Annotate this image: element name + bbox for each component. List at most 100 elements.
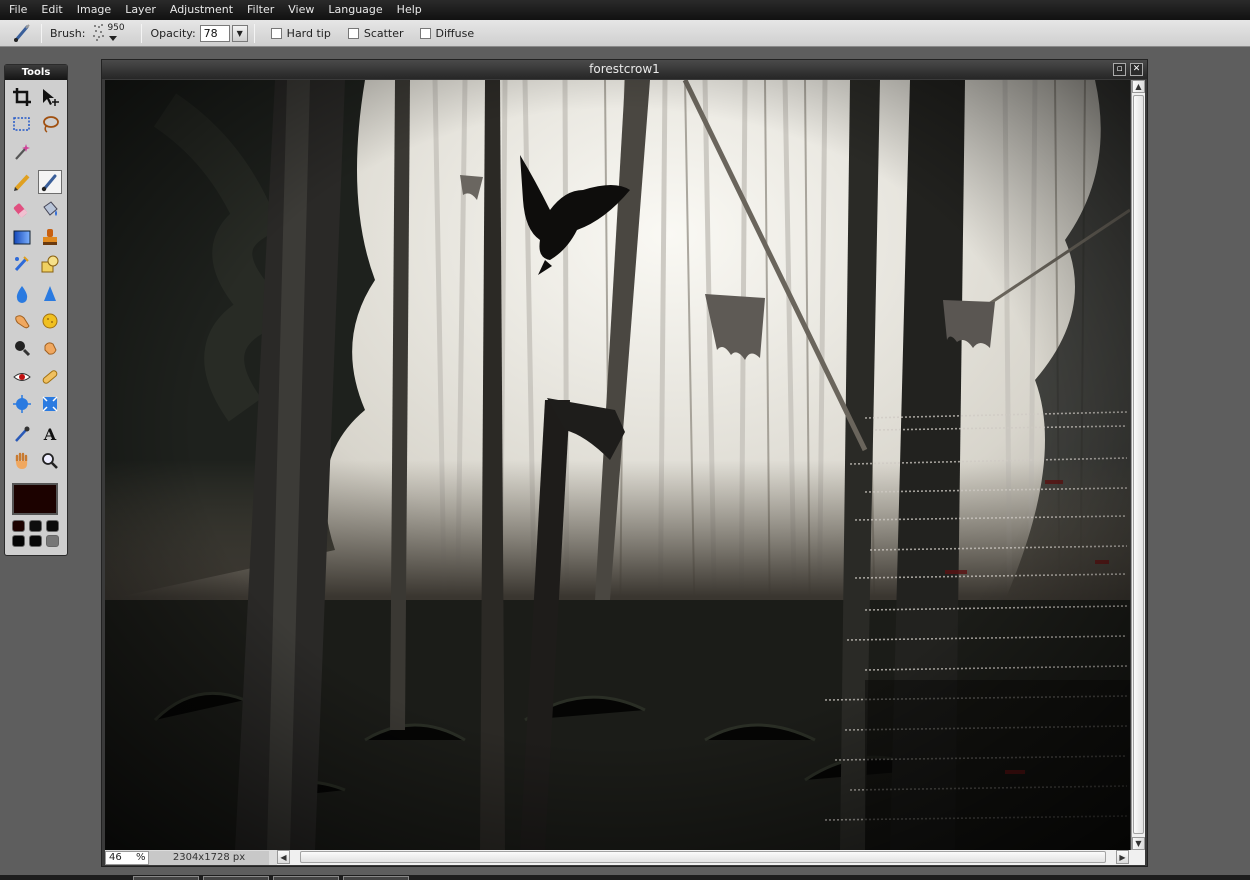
checkbox-box[interactable] (419, 27, 431, 39)
opacity-label: Opacity: (150, 26, 196, 40)
bottom-panel-tab[interactable] (343, 876, 409, 880)
color-swatch[interactable] (12, 520, 25, 532)
image-canvas[interactable] (105, 80, 1130, 850)
eraser-icon (13, 203, 28, 218)
finger-icon (15, 315, 30, 329)
maximize-button[interactable]: ▫ (1113, 63, 1126, 76)
gradient-tool[interactable] (10, 225, 34, 249)
magic-wand-tool[interactable] (10, 140, 34, 164)
hand-icon (15, 452, 28, 469)
menu-layer[interactable]: Layer (118, 0, 163, 20)
menu-language[interactable]: Language (321, 0, 389, 20)
zoom-unit: % (136, 851, 146, 863)
horizontal-scrollbar[interactable]: ◀ ▶ (277, 850, 1145, 865)
burn-tool[interactable] (38, 336, 62, 360)
checkbox-box[interactable] (270, 27, 282, 39)
pinch-tool[interactable] (38, 392, 62, 416)
diffuse-label: Diffuse (435, 26, 475, 40)
marquee-tool[interactable] (10, 112, 34, 136)
menu-adjustment[interactable]: Adjustment (163, 0, 240, 20)
bloat-tool[interactable] (10, 392, 34, 416)
scroll-right-arrow-icon[interactable]: ▶ (1116, 850, 1129, 864)
foreground-color-swatch[interactable] (12, 483, 58, 515)
color-swatch[interactable] (46, 535, 59, 547)
opacity-input[interactable]: 78 (199, 24, 230, 42)
bandage-icon (42, 370, 58, 384)
color-swatch[interactable] (29, 535, 42, 547)
color-swatch[interactable] (29, 520, 42, 532)
bottom-panel-tab[interactable] (133, 876, 199, 880)
type-tool[interactable]: A (38, 422, 62, 446)
color-replace-icon (14, 256, 29, 272)
zoom-tool[interactable] (38, 449, 62, 473)
menu-filter[interactable]: Filter (240, 0, 281, 20)
menu-bar: File Edit Image Layer Adjustment Filter … (0, 0, 1250, 20)
scroll-left-arrow-icon[interactable]: ◀ (277, 850, 290, 864)
close-button[interactable]: ✕ (1130, 63, 1143, 76)
image-dimensions: 2304x1728 px (149, 850, 269, 865)
menu-image[interactable]: Image (70, 0, 118, 20)
scroll-up-arrow-icon[interactable]: ▲ (1132, 80, 1145, 93)
paint-bucket-tool[interactable] (38, 197, 62, 221)
brush-picker[interactable]: 950 (89, 22, 135, 44)
sharpen-tool[interactable] (38, 282, 62, 306)
zoom-icon (42, 453, 58, 469)
color-swatch[interactable] (46, 520, 59, 532)
crop-tool[interactable] (10, 85, 34, 109)
document-title: forestcrow1 (102, 60, 1147, 79)
gradient-icon (13, 230, 31, 245)
magnifier-dark-icon (15, 341, 31, 357)
dodge-tool[interactable] (10, 336, 34, 360)
marquee-icon (13, 117, 30, 131)
bottom-panel-tab[interactable] (273, 876, 339, 880)
document-status-bar: 46 % 2304x1728 px ◀ ▶ (105, 850, 1145, 865)
hard-tip-checkbox[interactable]: Hard tip (270, 26, 331, 40)
tool-options-bar: Brush: 950 Opacity: 78 ▼ Hard tip Scatte… (0, 20, 1250, 47)
current-brush-tool-icon (9, 22, 35, 44)
menu-file[interactable]: File (2, 0, 34, 20)
eraser-tool[interactable] (10, 197, 34, 221)
diffuse-checkbox[interactable]: Diffuse (419, 26, 475, 40)
move-tool[interactable] (38, 85, 62, 109)
lasso-icon (43, 116, 59, 133)
spot-heal-tool[interactable] (38, 365, 62, 389)
smudge-tool[interactable] (10, 309, 34, 333)
menu-help[interactable]: Help (390, 0, 429, 20)
red-eye-tool[interactable] (10, 365, 34, 389)
eyedropper-icon (15, 426, 30, 442)
hard-tip-label: Hard tip (286, 26, 331, 40)
color-picker-tool[interactable] (10, 422, 34, 446)
color-swatch[interactable] (12, 535, 25, 547)
divider (141, 23, 143, 43)
horizontal-scroll-thumb[interactable] (300, 851, 1106, 863)
zoom-input[interactable]: 46 % (105, 850, 149, 865)
svg-text:A: A (43, 425, 57, 444)
brush-icon (41, 174, 57, 192)
pinch-icon (42, 396, 58, 412)
vertical-scrollbar[interactable]: ▲ ▼ (1131, 80, 1145, 850)
sponge-tool[interactable] (38, 309, 62, 333)
eye-icon (13, 373, 31, 381)
scroll-down-arrow-icon[interactable]: ▼ (1132, 837, 1145, 850)
menu-edit[interactable]: Edit (34, 0, 69, 20)
crop-icon (13, 88, 31, 106)
color-replace-tool[interactable] (10, 252, 34, 276)
brush-tool[interactable] (38, 170, 62, 194)
hand-tool[interactable] (10, 449, 34, 473)
bottom-panel-tab[interactable] (203, 876, 269, 880)
blur-tool[interactable] (10, 282, 34, 306)
paint-bucket-icon (43, 201, 58, 216)
lasso-tool[interactable] (38, 112, 62, 136)
pencil-tool[interactable] (10, 170, 34, 194)
magic-wand-icon (15, 144, 30, 160)
opacity-dropdown-button[interactable]: ▼ (231, 24, 248, 42)
shape-tool[interactable] (38, 252, 62, 276)
forest-photo (105, 80, 1130, 850)
chevron-down-icon (109, 36, 118, 41)
menu-view[interactable]: View (281, 0, 321, 20)
scatter-checkbox[interactable]: Scatter (347, 27, 404, 40)
clone-stamp-tool[interactable] (38, 225, 62, 249)
vertical-scroll-thumb[interactable] (1133, 95, 1144, 834)
text-icon: A (43, 425, 57, 444)
checkbox-box[interactable] (347, 27, 359, 39)
